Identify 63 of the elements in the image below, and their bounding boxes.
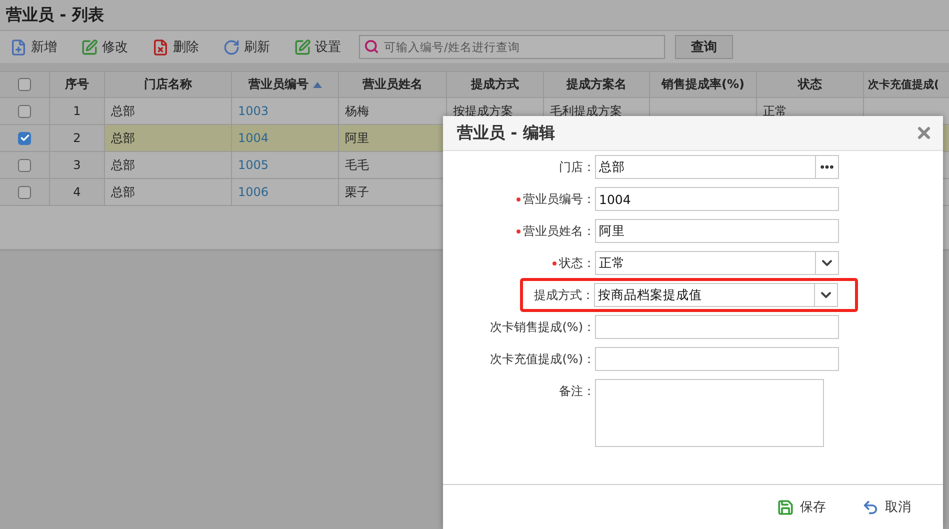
input-field[interactable]: 1004	[595, 187, 839, 211]
field-label: 备注：	[559, 382, 595, 400]
undo-icon	[862, 498, 879, 516]
checkbox[interactable]	[18, 132, 31, 144]
table-cell: 1	[50, 98, 105, 125]
column-header[interactable]: 提成方式	[447, 71, 544, 98]
input-field[interactable]: 阿里	[595, 219, 839, 243]
column-header[interactable]: 次卡充值提成(	[864, 71, 949, 98]
table-cell: 1003	[232, 98, 339, 125]
column-header[interactable]: 销售提成率(%)	[650, 71, 757, 98]
search-field[interactable]: 可输入编号/姓名进行查询	[359, 35, 665, 59]
table-cell: 杨梅	[339, 98, 447, 125]
column-header[interactable]: 营业员姓名	[339, 71, 447, 98]
add-button[interactable]: 新增	[4, 36, 63, 58]
checkbox[interactable]	[18, 186, 31, 198]
pen-square-icon	[81, 38, 98, 56]
delete-button[interactable]: 删除	[146, 36, 205, 58]
column-header[interactable]: 提成方案名	[544, 71, 650, 98]
cancel-button[interactable]: 取消	[856, 497, 917, 517]
edit-button[interactable]: 修改	[75, 36, 134, 58]
search-icon	[364, 39, 379, 54]
checkbox[interactable]	[18, 158, 31, 172]
column-header[interactable]: 营业员编号	[232, 71, 339, 98]
field-label: 状态：	[559, 254, 595, 272]
table-cell: 总部	[105, 179, 232, 206]
field-label: 门店：	[559, 158, 595, 176]
table-cell: 4	[50, 179, 105, 206]
page-title: 营业员 - 列表	[6, 4, 104, 26]
table-cell: 1004	[232, 125, 339, 152]
table-cell: 2	[50, 125, 105, 152]
table-cell: 总部	[105, 125, 232, 152]
file-plus-icon	[10, 38, 27, 56]
checkbox[interactable]	[18, 104, 31, 118]
close-icon[interactable]	[915, 124, 933, 142]
column-header[interactable]: 序号	[50, 71, 105, 98]
field-label: 提成方式：	[534, 286, 594, 304]
select-field[interactable]: 按商品档案提成值	[594, 283, 838, 307]
column-header[interactable]: 门店名称	[105, 71, 232, 98]
select-field[interactable]: 正常	[595, 251, 839, 275]
field-label: 次卡销售提成(%)：	[490, 318, 595, 336]
save-icon	[777, 498, 794, 516]
query-button[interactable]: 查询	[675, 35, 733, 59]
field-label: 次卡充值提成(%)：	[490, 350, 595, 368]
settings-button[interactable]: 设置	[288, 36, 347, 58]
input-field[interactable]	[595, 347, 839, 371]
table-cell: 总部	[105, 152, 232, 179]
pen-square-icon	[294, 38, 311, 56]
input-field[interactable]	[595, 315, 839, 339]
table-cell: 总部	[105, 98, 232, 125]
field-label: 营业员编号：	[523, 190, 595, 208]
column-header[interactable]: 状态	[757, 71, 864, 98]
field-label: 营业员姓名：	[523, 222, 595, 240]
dialog-title: 营业员 - 编辑	[457, 122, 555, 144]
refresh-button[interactable]: 刷新	[217, 36, 276, 58]
textarea-field[interactable]	[595, 379, 824, 447]
table-cell: 1006	[232, 179, 339, 206]
table-cell: 3	[50, 152, 105, 179]
refresh-icon	[223, 38, 240, 56]
checkbox[interactable]	[18, 78, 31, 91]
file-x-icon	[152, 38, 169, 56]
table-cell: 1005	[232, 152, 339, 179]
picker-field[interactable]: 总部	[595, 155, 839, 179]
save-button[interactable]: 保存	[771, 497, 832, 517]
